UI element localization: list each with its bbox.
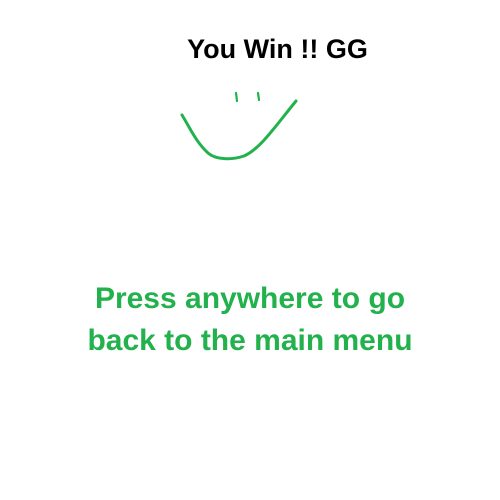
win-screen[interactable]: You Win !! GG Press anywhere to go back …: [0, 0, 500, 500]
prompt-line-2: back to the main menu: [87, 324, 413, 357]
smiley-face-icon: [170, 84, 310, 174]
smiley-mouth: [180, 99, 298, 161]
prompt-line-1: Press anywhere to go: [94, 282, 406, 315]
return-to-menu-prompt: Press anywhere to go back to the main me…: [0, 278, 500, 362]
smiley-right-eye: [256, 91, 261, 102]
smiley-left-eye: [234, 91, 239, 103]
win-title: You Win !! GG: [187, 34, 368, 64]
